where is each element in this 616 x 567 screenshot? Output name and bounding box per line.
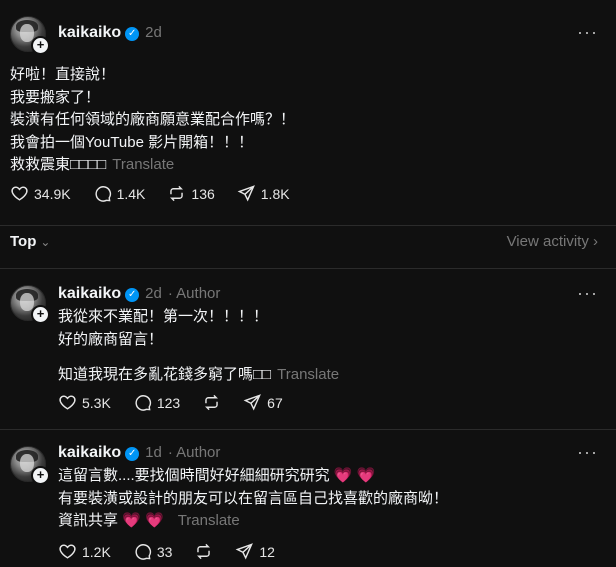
like-count: 1.2K xyxy=(82,543,111,560)
timestamp[interactable]: 1d xyxy=(145,444,162,461)
repost-button[interactable] xyxy=(202,393,221,412)
reply-line: 知道我現在多亂花錢多窮了嗎□□ Translate xyxy=(58,366,340,383)
more-options-icon[interactable]: ··· xyxy=(577,22,598,43)
translate-link[interactable]: Translate xyxy=(178,512,240,529)
heart-icon xyxy=(59,395,76,410)
translate-link[interactable]: Translate xyxy=(112,156,174,173)
more-options-icon[interactable]: ··· xyxy=(577,442,598,463)
like-button[interactable]: 34.9K xyxy=(10,184,71,203)
reply-line: 資訊共享 💗 💗 Translate xyxy=(58,512,240,529)
author-tag: · Author xyxy=(167,285,221,302)
reply-header: kaikaiko ✓ 1d · Author xyxy=(58,444,220,462)
share-button[interactable]: 67 xyxy=(243,393,283,412)
author-tag: · Author xyxy=(167,444,221,461)
reply-line: 這留言數....要找個時間好好細細研究研究 💗 💗 xyxy=(58,467,376,484)
reply-count: 1.4K xyxy=(116,185,146,202)
reply-button[interactable]: 1.4K xyxy=(93,184,146,203)
more-options-icon[interactable]: ··· xyxy=(577,283,598,304)
like-button[interactable]: 5.3K xyxy=(58,393,111,412)
action-bar: 34.9K 1.4K 136 1.8K xyxy=(10,184,312,203)
heart-icon xyxy=(59,544,76,559)
reply-button[interactable]: 33 xyxy=(133,542,173,561)
share-count: 67 xyxy=(267,394,283,411)
sort-bar: Top ⌄ View activity › xyxy=(0,226,616,260)
username[interactable]: kaikaiko xyxy=(58,24,121,41)
post-line: 我會拍一個YouTube 影片開箱！！！ xyxy=(10,133,254,151)
follow-plus-icon[interactable]: + xyxy=(31,305,50,324)
reply-line: 有要裝潢或設計的朋友可以在留言區自己找喜歡的廠商呦！ xyxy=(58,489,449,507)
post-text: 好啦！直接說！ 我要搬家了！ 裝潢有任何領域的廠商願意業配合作嗎？！ 我會拍一個… xyxy=(10,64,295,177)
repost-button[interactable]: 136 xyxy=(167,184,215,203)
send-icon xyxy=(243,394,262,411)
comment-icon xyxy=(95,186,111,202)
timestamp[interactable]: 2d xyxy=(145,24,162,41)
comment-icon xyxy=(135,395,151,411)
send-icon xyxy=(235,543,254,560)
reply-line: 好的廠商留言！ xyxy=(58,330,164,348)
reply-text: 我從來不業配！第一次！！！！ 好的廠商留言！ 知道我現在多亂花錢多窮了嗎□□ Tr… xyxy=(58,306,339,387)
reply-button[interactable]: 123 xyxy=(133,393,180,412)
reply-line: 我從來不業配！第一次！！！！ xyxy=(58,308,269,325)
translate-link[interactable]: Translate xyxy=(277,366,339,383)
post-line: 裝潢有任何領域的廠商願意業配合作嗎？！ xyxy=(10,111,296,128)
verified-badge-icon: ✓ xyxy=(125,27,140,41)
chevron-right-icon: › xyxy=(593,233,598,250)
sort-dropdown[interactable]: Top ⌄ xyxy=(10,233,50,250)
reply-post: + kaikaiko ✓ 2d · Author ··· 我從來不業配！第一次！！！！… xyxy=(0,269,616,429)
username[interactable]: kaikaiko xyxy=(58,444,121,461)
repost-icon xyxy=(197,543,211,560)
share-count: 1.8K xyxy=(260,185,290,202)
comment-icon xyxy=(135,544,151,560)
reply-post: + kaikaiko ✓ 1d · Author ··· 這留言數....要找個時間好… xyxy=(0,430,616,567)
repost-icon xyxy=(205,394,219,411)
verified-badge-icon: ✓ xyxy=(125,447,140,461)
repost-count: 136 xyxy=(191,185,215,202)
post-header: kaikaiko ✓ 2d xyxy=(58,24,162,42)
send-icon xyxy=(237,185,255,202)
like-button[interactable]: 1.2K xyxy=(58,542,111,561)
reply-count: 33 xyxy=(156,543,173,560)
follow-plus-icon[interactable]: + xyxy=(31,36,50,55)
post-line: 我要搬家了！ xyxy=(10,88,101,106)
main-post: + kaikaiko ✓ 2d ··· 好啦！直接說！ 我要搬家了！ 裝潢有任何領域… xyxy=(0,0,616,226)
chevron-down-icon: ⌄ xyxy=(40,235,51,249)
reply-header: kaikaiko ✓ 2d · Author xyxy=(58,285,220,303)
view-activity-link[interactable]: View activity › xyxy=(507,233,598,250)
post-line: 救救震東□□□□ Translate xyxy=(10,156,175,173)
verified-badge-icon: ✓ xyxy=(125,288,140,302)
timestamp[interactable]: 2d xyxy=(145,285,162,302)
follow-plus-icon[interactable]: + xyxy=(31,466,50,485)
repost-button[interactable] xyxy=(194,542,213,561)
action-bar: 5.3K 123 67 xyxy=(58,393,305,412)
action-bar: 1.2K 33 12 xyxy=(58,542,297,561)
share-button[interactable]: 12 xyxy=(235,542,275,561)
reply-count: 123 xyxy=(156,394,181,411)
share-count: 12 xyxy=(259,543,275,560)
like-count: 5.3K xyxy=(82,394,111,411)
post-line: 好啦！直接說！ xyxy=(10,66,116,83)
heart-icon xyxy=(11,186,28,201)
share-button[interactable]: 1.8K xyxy=(237,184,290,203)
reply-text: 這留言數....要找個時間好好細細研究研究 💗 💗 有要裝潢或設計的朋友可以在留… xyxy=(58,465,448,533)
repost-icon xyxy=(170,185,184,202)
like-count: 34.9K xyxy=(34,185,71,202)
username[interactable]: kaikaiko xyxy=(58,285,121,302)
